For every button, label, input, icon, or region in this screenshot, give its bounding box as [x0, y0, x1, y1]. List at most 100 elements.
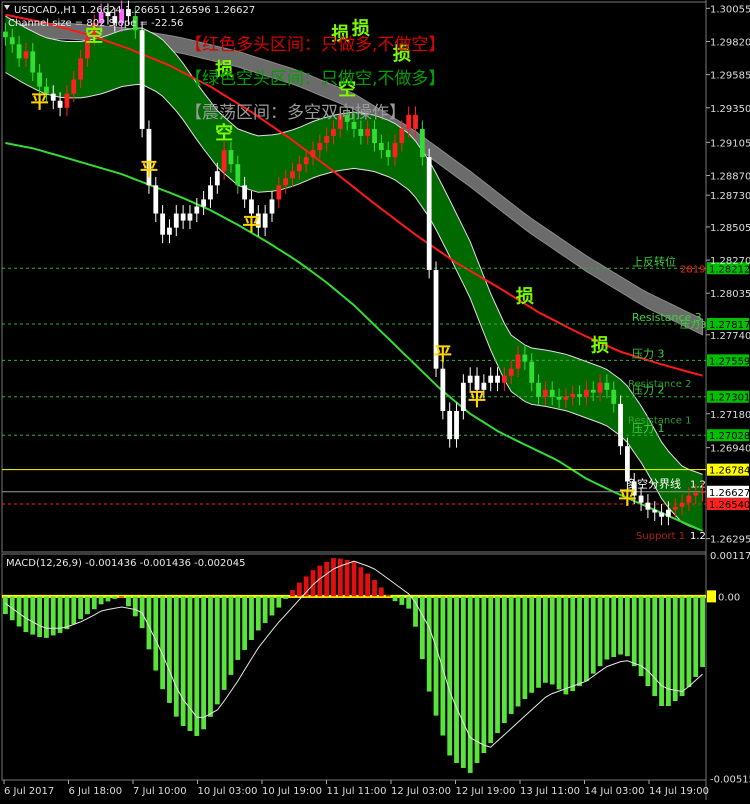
- signal-marker-14: 平: [618, 488, 636, 509]
- macd-bar: [208, 596, 213, 717]
- candle-body: [37, 72, 42, 87]
- y-tick-label-1: 1.29820: [710, 37, 750, 48]
- candle-body: [64, 93, 70, 108]
- candle-body: [180, 213, 186, 221]
- candle-body: [495, 375, 500, 383]
- macd-bar: [365, 573, 371, 597]
- candle-body: [262, 213, 268, 228]
- x-tick-label-3: 10 Jul 03:00: [198, 786, 258, 797]
- chart-canvas: 上反转位2819 1.28212Resistance 3压力3 1.27817压力 …: [1, 0, 750, 800]
- candle-body: [331, 128, 336, 136]
- level-label-2: 压力 3: [632, 347, 665, 360]
- y-tick-label-2: 1.29585: [710, 71, 750, 82]
- support-side-text: 1.2: [690, 531, 706, 542]
- macd-bar: [563, 596, 569, 695]
- macd-bar: [611, 596, 617, 658]
- candle-body: [454, 410, 459, 440]
- macd-bar: [98, 596, 104, 605]
- macd-bar: [30, 596, 36, 635]
- macd-bar: [91, 596, 97, 610]
- candle-body: [221, 150, 227, 172]
- y-tick-label-3: 1.29350: [710, 104, 750, 115]
- macd-bar: [228, 596, 234, 675]
- candle-body: [563, 396, 569, 400]
- candle-body: [659, 512, 664, 517]
- macd-label: MACD(12,26,9) -0.001436 -0.001436 -0.002…: [6, 558, 245, 569]
- macd-bar: [201, 596, 207, 730]
- y-tick-label-8: 1.28270: [710, 256, 750, 267]
- macd-bar: [577, 596, 582, 687]
- macd-bar: [378, 587, 384, 597]
- candle-body: [645, 502, 651, 510]
- macd-bar: [296, 582, 302, 597]
- macd-bar: [399, 596, 405, 605]
- candle-body: [625, 446, 630, 482]
- y-tick-label-0: 1.30055: [710, 4, 750, 15]
- level-note-1: Resistance 1: [628, 415, 691, 426]
- macd-bar: [686, 596, 692, 687]
- macd-bar: [85, 596, 90, 615]
- macd-bar: [549, 596, 555, 685]
- x-tick-label-0: 6 Jul 2017: [4, 786, 54, 797]
- macd-bar: [542, 596, 548, 683]
- macd-bar: [556, 596, 562, 690]
- candle-body: [201, 199, 207, 207]
- y-tick-label-9: 1.28035: [710, 289, 750, 300]
- usdcad-chart[interactable]: 上反转位 2819 1.28212 Resistance 3 压力3 1.27817 压力 …: [0, 0, 750, 800]
- candle-body: [283, 178, 289, 186]
- candle-body: [447, 410, 453, 440]
- candle-body: [549, 389, 555, 397]
- candle-body: [187, 213, 193, 221]
- macd-bar: [358, 567, 364, 597]
- macd-bar: [112, 596, 118, 599]
- y-tick-label-12: 1.26940: [710, 444, 750, 455]
- macd-bar: [221, 596, 227, 690]
- macd-bar: [700, 596, 705, 667]
- support-label: Support 1: [636, 531, 685, 542]
- macd-bar: [324, 561, 330, 597]
- candle-body: [693, 492, 699, 496]
- candle-body: [604, 382, 610, 390]
- macd-bar: [153, 596, 159, 671]
- x-tick-label-10: 14 Jul 19:00: [649, 786, 709, 797]
- macd-bar: [44, 596, 49, 638]
- macd-bar: [433, 596, 439, 716]
- macd-bar: [440, 596, 446, 736]
- signal-marker-3: 平: [140, 159, 158, 180]
- macd-zero-box: [707, 590, 716, 603]
- macd-bar: [262, 596, 268, 623]
- macd-bar: [508, 596, 514, 714]
- macd-bar: [119, 596, 125, 598]
- candle-body: [385, 150, 391, 158]
- macd-bar: [570, 596, 576, 692]
- macd-bar: [255, 596, 261, 631]
- macd-bar: [385, 594, 391, 597]
- candle-body: [460, 382, 466, 411]
- candle-body: [666, 509, 671, 517]
- macd-bar: [337, 558, 343, 597]
- candle-body: [556, 396, 562, 400]
- candle-body: [153, 185, 159, 214]
- y-tick-label-7: 1.28505: [710, 223, 750, 234]
- candle-body: [583, 389, 589, 397]
- candle-body: [242, 185, 248, 200]
- macd-bar: [583, 596, 589, 682]
- candle-body: [652, 509, 658, 513]
- signal-marker-12: 损: [516, 285, 534, 307]
- y-tick-label-6: 1.28730: [710, 191, 750, 202]
- x-tick-label-8: 13 Jul 11:00: [520, 786, 580, 797]
- candle-body: [317, 143, 323, 151]
- macd-bar: [522, 596, 528, 699]
- candle-body: [618, 403, 623, 447]
- candle-body: [23, 51, 29, 59]
- candle-body: [378, 143, 384, 151]
- candle-body: [686, 495, 692, 503]
- macd-zero-text: 0.00: [718, 592, 740, 603]
- candle-body: [194, 206, 200, 214]
- candle-body: [71, 79, 77, 94]
- signal-marker-10: 平: [434, 344, 452, 365]
- symbol-info: USDCAD,,H1 1.26624 1.26651 1.26596 1.266…: [14, 5, 255, 16]
- y-tick-label-4: 1.29105: [710, 138, 750, 149]
- candle-body: [139, 30, 145, 129]
- level-extra-0: 2819: [680, 264, 705, 275]
